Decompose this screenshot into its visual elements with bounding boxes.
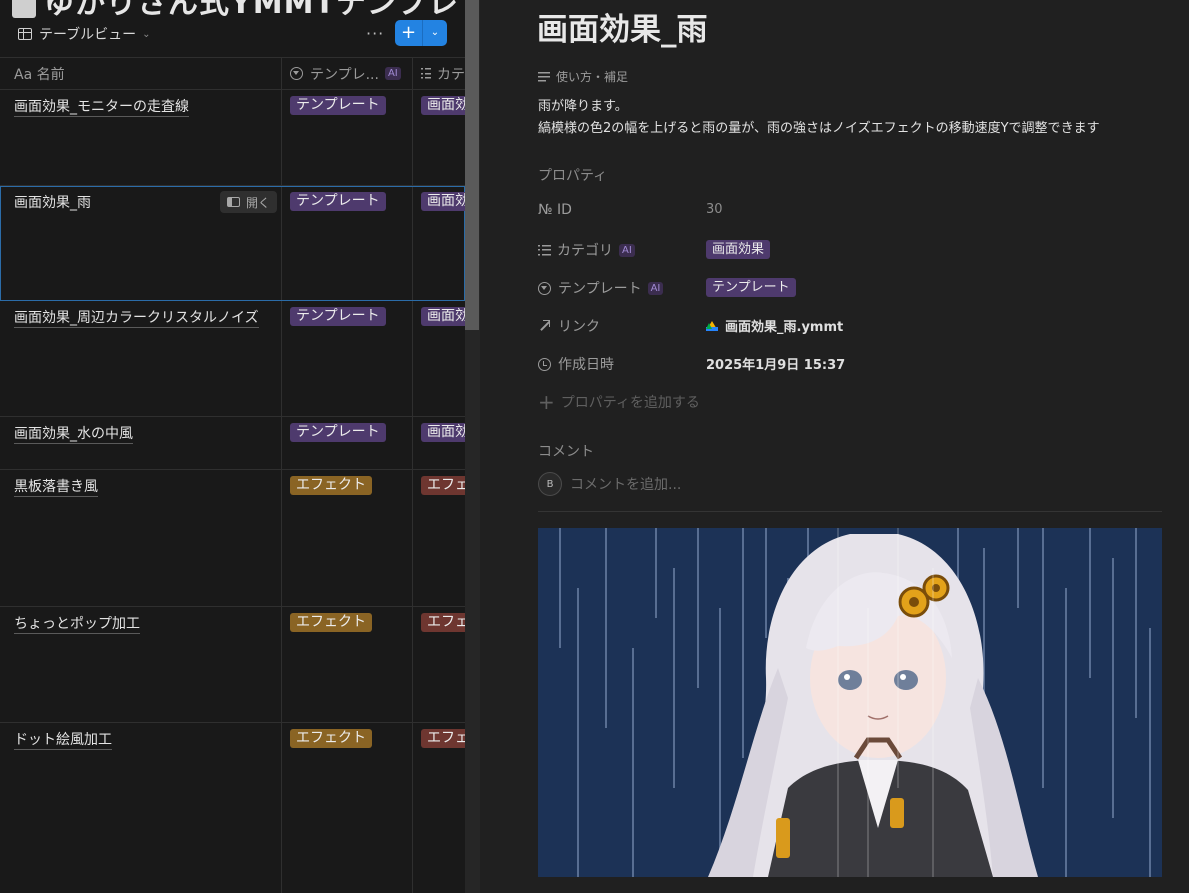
template-tag: テンプレート <box>290 307 386 326</box>
category-tag: エフェクト <box>421 613 465 632</box>
column-header-category[interactable]: カテ <box>421 57 465 90</box>
property-template[interactable]: テンプレート AI テンプレート <box>538 275 1158 299</box>
scrollbar-thumb[interactable] <box>465 0 479 330</box>
database-table-pane: ゆかりさん式YMMTテンプレ テーブルビュー ⌄ ··· + ⌄ Aa 名前 テ… <box>0 0 480 893</box>
template-tag: エフェクト <box>290 613 372 632</box>
list-icon <box>421 68 431 79</box>
text-lines-icon <box>538 71 550 82</box>
open-row-button[interactable]: 開く <box>220 191 278 213</box>
property-id: № ID 30 <box>538 199 1158 223</box>
property-label: № ID <box>538 202 572 218</box>
property-value[interactable]: 画面効果 <box>706 240 771 259</box>
usage-property-label: 使い方・補足 <box>538 68 628 85</box>
template-tag: エフェクト <box>290 476 372 495</box>
list-icon <box>538 244 551 256</box>
view-toolbar: テーブルビュー ⌄ ··· + ⌄ <box>0 18 465 52</box>
preview-image <box>538 528 1162 877</box>
record-detail-pane: 画面効果_雨 使い方・補足 雨が降ります。 縞模様の色2の幅を上げると雨の量が、… <box>480 0 1189 893</box>
new-dropdown-button[interactable]: ⌄ <box>423 20 447 46</box>
clock-icon <box>538 357 551 371</box>
new-record-button[interactable]: + <box>395 20 423 46</box>
link-text[interactable]: 画面効果_雨.ymmt <box>725 316 843 335</box>
property-category[interactable]: カテゴリ AI 画面効果 <box>538 237 1158 261</box>
row-name[interactable]: 画面効果_雨 <box>14 194 91 212</box>
ai-badge: AI <box>384 67 401 80</box>
category-tag: エフェクト <box>421 476 465 495</box>
category-pill: 画面効果 <box>706 240 771 259</box>
template-tag: テンプレート <box>290 192 386 211</box>
property-value[interactable]: テンプレート <box>706 278 796 297</box>
property-value: 30 <box>706 202 723 217</box>
row-name[interactable]: 画面効果_周辺カラークリスタルノイズ <box>14 309 259 328</box>
chevron-down-icon: ⌄ <box>142 28 151 40</box>
property-label: 作成日時 <box>538 354 614 374</box>
description-text[interactable]: 雨が降ります。 <box>538 95 628 114</box>
category-tag: 画面効果 <box>421 96 465 115</box>
template-tag: テンプレート <box>290 423 386 442</box>
row-name[interactable]: 黒板落書き風 <box>14 478 98 497</box>
table-icon <box>18 28 32 40</box>
row-name[interactable]: ドット絵風加工 <box>14 731 112 750</box>
add-property-button[interactable]: + プロパティを追加する <box>538 392 700 412</box>
template-tag: テンプレート <box>290 96 386 115</box>
rain-character-illustration <box>538 528 1162 877</box>
table-row[interactable]: 黒板落書き風 エフェクト エフェクト <box>0 470 465 607</box>
select-icon <box>538 281 551 295</box>
property-value: 2025年1月9日 15:37 <box>706 358 846 373</box>
divider <box>538 511 1162 512</box>
description-text[interactable]: 縞模様の色2の幅を上げると雨の量が、雨の強さはノイズエフェクトの移動速度Yで調整… <box>538 117 1100 136</box>
table-row-selected[interactable]: 画面効果_雨 開く テンプレート 画面効果 <box>0 186 465 301</box>
properties-heading: プロパティ <box>538 168 608 184</box>
template-pill: テンプレート <box>706 278 796 297</box>
table-row[interactable]: 画面効果_モニターの走査線 テンプレート 画面効果 <box>0 90 465 186</box>
property-label: テンプレート AI <box>538 278 664 298</box>
row-name[interactable]: ちょっとポップ加工 <box>14 615 140 634</box>
google-drive-icon <box>706 320 718 331</box>
property-value[interactable]: 画面効果_雨.ymmt <box>706 316 843 335</box>
select-icon <box>290 67 303 80</box>
plus-icon: + <box>538 390 555 414</box>
category-tag: エフェクト <box>421 729 465 748</box>
ai-badge: AI <box>619 243 635 257</box>
column-header-template[interactable]: テンプレ... AI <box>290 57 410 90</box>
comment-input[interactable]: コメントを追加... <box>570 474 681 494</box>
property-label: カテゴリ AI <box>538 240 635 260</box>
view-switcher-label: テーブルビュー <box>39 27 137 43</box>
table-row[interactable]: ちょっとポップ加工 エフェクト エフェクト <box>0 607 465 723</box>
category-tag: 画面効果 <box>421 423 465 442</box>
side-peek-icon <box>227 197 240 207</box>
new-button-group: + ⌄ <box>395 20 447 46</box>
table-row[interactable]: 画面効果_周辺カラークリスタルノイズ テンプレート 画面効果 <box>0 301 465 417</box>
arrow-up-right-icon <box>538 320 550 332</box>
avatar: B <box>538 472 562 496</box>
page-title[interactable]: 画面効果_雨 <box>537 4 708 49</box>
category-tag: 画面効果 <box>421 192 465 211</box>
column-header-name[interactable]: Aa 名前 <box>14 57 280 90</box>
comments-heading: コメント <box>538 444 594 460</box>
comment-row: B コメントを追加... <box>538 472 681 496</box>
row-name[interactable]: 画面効果_水の中風 <box>14 425 133 444</box>
template-tag: エフェクト <box>290 729 372 748</box>
table-row[interactable]: 画面効果_水の中風 テンプレート 画面効果 <box>0 417 465 470</box>
category-tag: 画面効果 <box>421 307 465 326</box>
property-link[interactable]: リンク 画面効果_雨.ymmt <box>538 313 1158 337</box>
table-row[interactable]: ドット絵風加工 エフェクト エフェクト <box>0 723 465 893</box>
view-switcher[interactable]: テーブルビュー ⌄ <box>18 24 151 44</box>
row-name[interactable]: 画面効果_モニターの走査線 <box>14 98 189 117</box>
ai-badge: AI <box>647 281 664 295</box>
property-label: リンク <box>538 316 600 336</box>
more-options-button[interactable]: ··· <box>366 24 384 43</box>
property-created: 作成日時 2025年1月9日 15:37 <box>538 351 1158 375</box>
page-icon <box>12 0 36 18</box>
